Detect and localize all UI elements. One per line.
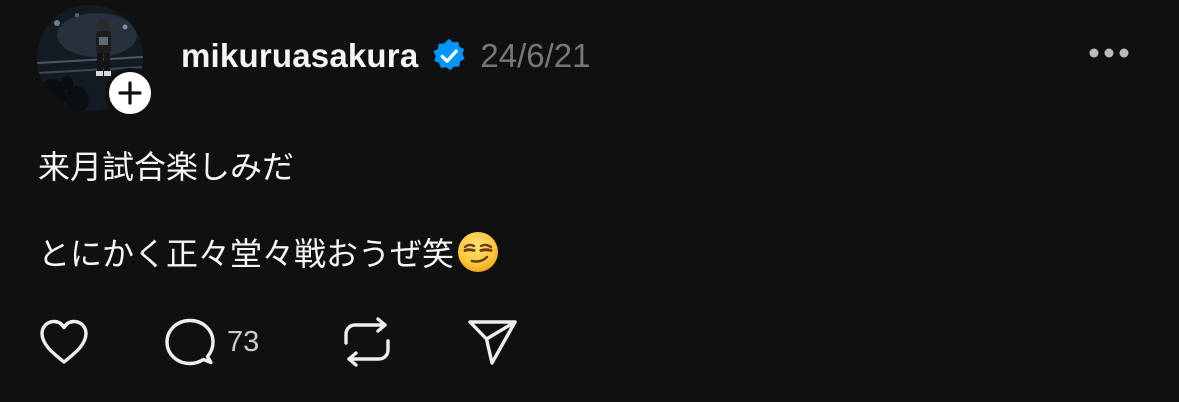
username-link[interactable]: mikuruasakura: [181, 37, 418, 75]
action-bar: 73: [0, 314, 1179, 370]
like-button[interactable]: [37, 314, 91, 370]
reply-count: 73: [227, 325, 260, 358]
more-options-icon[interactable]: [1086, 40, 1132, 66]
post-text-line: 来月試合楽しみだ: [38, 148, 295, 186]
paper-plane-icon: [468, 320, 517, 365]
heart-icon: [40, 319, 88, 364]
verified-badge-icon: [433, 38, 465, 71]
smirking-face-icon: [458, 232, 499, 272]
follow-button[interactable]: [105, 68, 155, 118]
speech-bubble-icon: [165, 318, 215, 366]
plus-icon: [118, 81, 142, 105]
post-text-line-with-emoji: とにかく正々堂々戦おうぜ笑: [38, 230, 1138, 275]
reply-button[interactable]: 73: [163, 314, 259, 370]
post-body: 来月試合楽しみだ とにかく正々堂々戦おうぜ笑: [38, 146, 1138, 275]
repost-button[interactable]: [341, 314, 393, 370]
post-header: mikuruasakura 24/6/21: [181, 28, 591, 84]
post-text-line: とにかく正々堂々戦おうぜ笑: [38, 235, 455, 273]
post-date: 24/6/21: [480, 37, 591, 74]
share-button[interactable]: [466, 314, 520, 370]
repost-icon: [344, 317, 390, 367]
avatar-container[interactable]: [37, 5, 155, 118]
